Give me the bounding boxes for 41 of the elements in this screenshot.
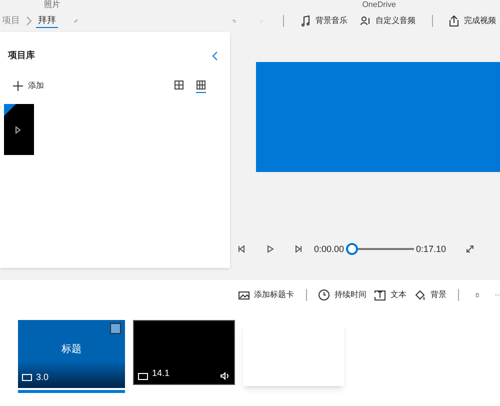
chevron-icon — [26, 16, 32, 26]
toolbar-button[interactable]: 完成视频 — [444, 15, 500, 27]
toolbar-button[interactable]: 背景音乐 — [296, 15, 352, 27]
storyboard-button[interactable]: 背景 — [414, 289, 446, 301]
card-title: 标题 — [60, 342, 82, 357]
video-icon — [138, 373, 148, 380]
toolbar-icon — [318, 289, 330, 301]
duration-label: 3.0 — [36, 370, 49, 384]
breadcrumb-item[interactable]: 拜拜 — [36, 14, 58, 28]
toolbar-button[interactable]: 自定义音频 — [356, 15, 420, 27]
expand-icon[interactable] — [466, 245, 474, 254]
play-icon[interactable] — [266, 245, 274, 254]
title-card[interactable]: 标题 3.0 — [18, 320, 125, 388]
total-time: 0:17.10 — [416, 242, 446, 256]
list-view-button[interactable] — [196, 80, 206, 92]
add-button[interactable]: 添加 — [12, 80, 44, 92]
toolbar-icon — [414, 289, 426, 301]
previous-frame-icon[interactable] — [238, 245, 246, 254]
current-time: 0:00.00 — [314, 242, 344, 256]
toolbar-icon — [448, 15, 460, 27]
plus-icon — [12, 80, 24, 92]
video-card[interactable]: 14.1 — [133, 320, 235, 385]
grid-view-button[interactable] — [174, 80, 184, 92]
toolbar-icon — [360, 15, 372, 27]
image-icon — [22, 374, 32, 381]
panel-title: 项目库 — [8, 49, 35, 62]
next-frame-icon[interactable] — [294, 245, 302, 254]
collapse-icon[interactable] — [212, 51, 218, 61]
toolbar-icon — [238, 289, 250, 301]
account-name: OneDrive — [362, 1, 396, 9]
toolbar-icon — [300, 15, 312, 27]
storyboard-button[interactable]: 文本 — [374, 289, 406, 301]
speaker-icon — [220, 372, 230, 380]
toolbar-icon — [374, 289, 386, 301]
duration-label: 14.1 — [152, 366, 170, 380]
window-title: 照片 — [44, 1, 60, 9]
storyboard-button[interactable]: 添加标题卡 — [238, 289, 294, 301]
checkbox[interactable] — [110, 323, 121, 334]
seek-slider[interactable] — [346, 243, 414, 256]
storyboard-button[interactable]: 持续时间 — [318, 289, 366, 301]
video-thumbnail[interactable] — [4, 104, 34, 155]
